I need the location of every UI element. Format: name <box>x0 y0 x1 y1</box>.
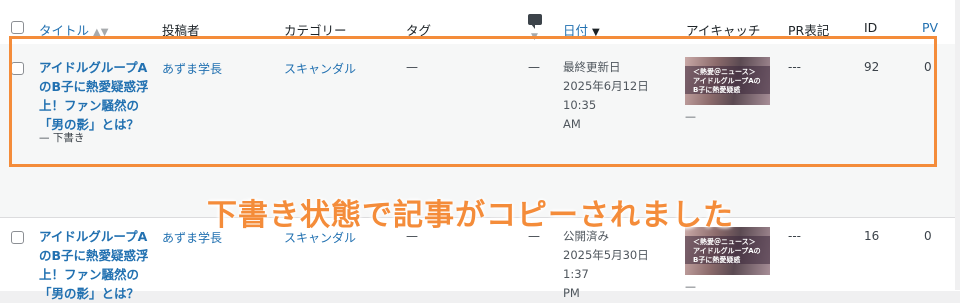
posts-list-table: タイトル ▲▼ 投稿者 カテゴリー タグ ▼ 日付 ▼ アイキャッチ PR表記 ID… <box>0 0 960 301</box>
select-all-checkbox[interactable] <box>11 21 24 34</box>
date-cell: 公開済み 2025年5月30日 1:37 PM <box>563 227 678 303</box>
pv-value: 0 <box>924 229 932 243</box>
thumbnail-text: B子に熱愛疑惑 <box>693 256 741 264</box>
post-title-link[interactable]: アイドルグループA のB子に熱愛疑惑浮 上！ファン騒然の 「男の影」とは？ <box>39 227 155 303</box>
date-ampm: PM <box>563 286 580 300</box>
eyecatch-thumbnail[interactable]: ＜熱愛＠ニュース＞ アイドルグループAの B子に熱愛疑惑 <box>685 227 770 275</box>
title-line: のB子に熱愛疑惑浮 <box>39 248 149 263</box>
title-line: 「男の影」とは？ <box>39 286 140 301</box>
highlight-frame <box>9 36 937 167</box>
annotation-banner: 下書き状態で記事がコピーされました <box>207 198 734 233</box>
eyecatch-dash: — <box>685 280 696 293</box>
scroll-edge <box>955 0 960 290</box>
row-select-checkbox[interactable] <box>11 231 24 244</box>
id-value: 16 <box>864 229 880 243</box>
title-line: アイドルグループA <box>39 229 148 244</box>
column-pv-header[interactable]: PV <box>922 20 938 35</box>
title-line: 上！ファン騒然の <box>39 267 140 282</box>
pr-value: --- <box>788 229 801 243</box>
comment-bubble-icon[interactable] <box>528 14 542 29</box>
date-value: 2025年5月30日 1:37 <box>563 248 649 281</box>
column-id-header: ID <box>864 20 878 35</box>
